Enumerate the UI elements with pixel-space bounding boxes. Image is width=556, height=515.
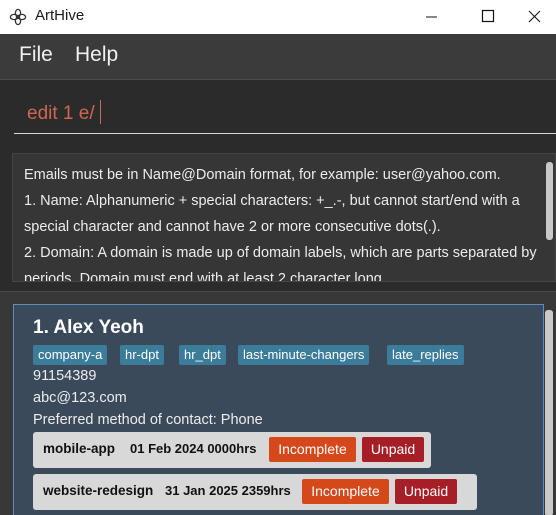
minimize-button[interactable] — [408, 0, 454, 34]
minimize-icon — [426, 16, 437, 18]
result-display[interactable]: Emails must be in Name@Domain format, fo… — [12, 153, 556, 282]
person-name: 1. Alex Yeoh — [33, 317, 144, 338]
project-name: mobile-app — [43, 441, 116, 456]
close-icon — [528, 10, 541, 23]
project-row: website-redesign 31 Jan 2025 2359hrs Inc… — [33, 474, 477, 510]
project-deadline: 31 Jan 2025 2359hrs — [165, 483, 291, 498]
status-badge: Incomplete — [269, 437, 356, 462]
maximize-icon — [481, 9, 495, 23]
person-card[interactable]: 1. Alex Yeoh company-a hr-dpt hr_dpt las… — [13, 304, 544, 515]
tag: late_replies — [387, 345, 464, 365]
project-name: website-redesign — [43, 483, 154, 498]
project-deadline: 01 Feb 2024 0000hrs — [130, 441, 257, 456]
menu-file[interactable]: File — [19, 43, 53, 67]
window-title: ArtHive — [35, 7, 85, 24]
command-box — [0, 81, 556, 143]
title-bar: ArtHive — [0, 0, 556, 34]
tag: last-minute-changers — [238, 345, 370, 365]
menu-bar: File Help — [0, 34, 556, 80]
person-list: 1. Alex Yeoh company-a hr-dpt hr_dpt las… — [0, 291, 556, 515]
tag: hr_dpt — [179, 345, 226, 365]
person-phone: 91154389 — [33, 368, 97, 384]
command-input[interactable] — [14, 94, 556, 134]
flower-icon — [9, 8, 27, 26]
result-scroll-thumb[interactable] — [546, 162, 553, 240]
payment-badge: Unpaid — [395, 479, 457, 504]
maximize-button[interactable] — [465, 0, 511, 34]
person-preferred-contact: Preferred method of contact: Phone — [33, 412, 263, 428]
status-badge: Incomplete — [302, 479, 389, 504]
result-scrollbar[interactable] — [543, 154, 555, 281]
text-caret — [100, 100, 101, 124]
result-message: Emails must be in Name@Domain format, fo… — [24, 167, 537, 282]
payment-badge: Unpaid — [362, 437, 424, 462]
tag: hr-dpt — [120, 345, 164, 365]
person-email: abc@123.com — [33, 390, 127, 406]
tag: company-a — [33, 345, 108, 365]
list-scroll-thumb[interactable] — [545, 310, 553, 515]
close-button[interactable] — [511, 0, 556, 34]
project-row: mobile-app 01 Feb 2024 0000hrs Incomplet… — [33, 432, 431, 468]
menu-help[interactable]: Help — [75, 43, 118, 67]
